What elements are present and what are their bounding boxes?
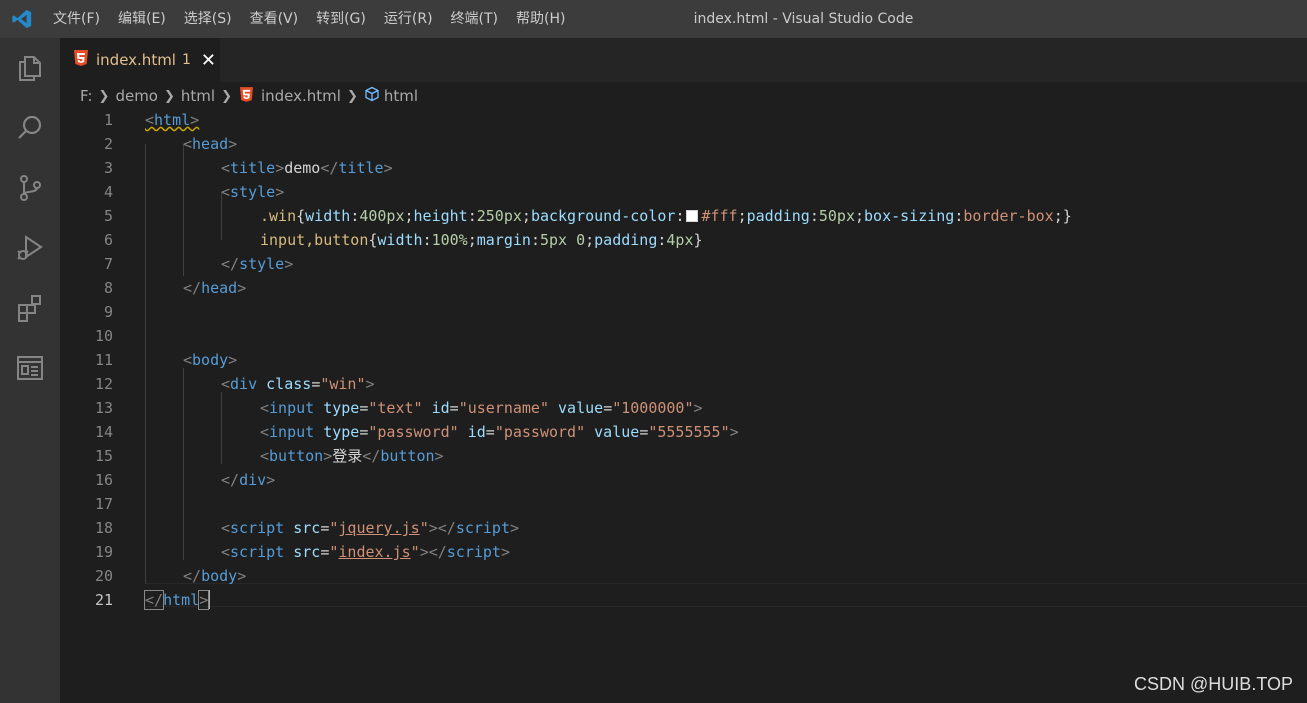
line-number: 16: [94, 471, 113, 489]
code-line-19: <script src="index.js"></script>: [221, 543, 510, 561]
code-line-13: <input type="text" id="username" value="…: [260, 399, 703, 417]
vscode-logo-icon[interactable]: [0, 0, 44, 38]
html5-icon: [239, 86, 253, 106]
code-line-16: </div>: [221, 471, 276, 489]
line-number: 20: [94, 567, 113, 585]
menu-help[interactable]: 帮助(H): [507, 0, 574, 38]
color-swatch[interactable]: [686, 210, 699, 222]
search-icon[interactable]: [0, 98, 60, 158]
extensions-icon[interactable]: [0, 278, 60, 338]
chevron-right-icon: ❯: [221, 88, 232, 104]
browser-preview-icon[interactable]: [0, 338, 60, 398]
code-line-18: <script src="jquery.js"></script>: [221, 519, 520, 537]
line-number: 7: [103, 255, 113, 273]
source-control-icon[interactable]: [0, 158, 60, 218]
activity-bar: [0, 38, 60, 703]
title-bar: 文件(F) 编辑(E) 选择(S) 查看(V) 转到(G) 运行(R) 终端(T…: [0, 0, 1307, 38]
code-line-7: </style>: [221, 255, 294, 273]
line-number: 1: [103, 111, 113, 129]
breadcrumb-folder-demo[interactable]: demo: [115, 87, 158, 105]
line-number: 6: [103, 231, 113, 249]
line-number: 5: [103, 207, 113, 225]
menu-go[interactable]: 转到(G): [307, 0, 375, 38]
menu-bar: 文件(F) 编辑(E) 选择(S) 查看(V) 转到(G) 运行(R) 终端(T…: [44, 0, 574, 38]
chevron-right-icon: ❯: [98, 88, 110, 104]
chevron-right-icon: ❯: [346, 88, 358, 104]
symbol-element-icon: [364, 86, 380, 106]
code-line-21: </html>: [143, 590, 211, 610]
line-number: 17: [94, 495, 113, 513]
chevron-right-icon: ❯: [163, 88, 175, 104]
menu-file[interactable]: 文件(F): [44, 0, 109, 38]
problems-count-badge: 1: [181, 52, 191, 68]
menu-terminal[interactable]: 终端(T): [442, 0, 507, 38]
code-line-4: <style>: [221, 183, 285, 201]
menu-selection[interactable]: 选择(S): [175, 0, 241, 38]
line-number: 19: [94, 543, 113, 561]
line-number: 3: [103, 159, 113, 177]
link-jquery-js[interactable]: jquery.js: [338, 519, 419, 537]
code-line-15: <button>登录</button>: [260, 447, 444, 465]
line-number: 2: [103, 135, 113, 153]
link-index-js[interactable]: index.js: [338, 543, 410, 561]
code-line-20: </body>: [183, 567, 247, 585]
tab-index-html[interactable]: index.html 1 ✕: [60, 38, 220, 82]
text-cursor: [208, 590, 211, 609]
code-line-2: <head>: [183, 135, 238, 153]
line-number: 9: [103, 303, 113, 321]
line-number: 12: [94, 375, 113, 393]
html5-icon: [74, 50, 88, 70]
code-line-6: input,button{width:100%;margin:5px 0;pad…: [260, 231, 703, 249]
line-number-active: 21: [94, 591, 113, 609]
menu-view[interactable]: 查看(V): [241, 0, 308, 38]
code-line-12: <div class="win">: [221, 375, 375, 393]
line-number: 13: [94, 399, 113, 417]
explorer-icon[interactable]: [0, 38, 60, 98]
line-number: 18: [94, 519, 113, 537]
close-icon[interactable]: ✕: [201, 50, 216, 71]
breadcrumb-file[interactable]: index.html: [261, 87, 341, 105]
line-number: 8: [103, 279, 113, 297]
watermark: CSDN @HUIB.TOP: [1134, 674, 1293, 694]
menu-edit[interactable]: 编辑(E): [109, 0, 175, 38]
line-number: 10: [94, 327, 113, 345]
line-number: 14: [94, 423, 113, 441]
breadcrumb-drive[interactable]: F:: [80, 87, 93, 105]
code-line-11: <body>: [183, 351, 238, 369]
code-line-3: <title>demo</title>: [221, 159, 393, 177]
code-line-8: </head>: [183, 279, 247, 297]
code-editor[interactable]: 1 2 3 4 5 6 7 8 9 10 11 12 13 14 15 16 1…: [60, 108, 1307, 703]
breadcrumb-folder-html[interactable]: html: [181, 87, 215, 105]
line-number: 4: [103, 183, 113, 201]
line-number: 11: [94, 351, 113, 369]
code-line-5: .win{width:400px;height:250px;background…: [260, 207, 1072, 225]
run-debug-icon[interactable]: [0, 218, 60, 278]
editor-tab-strip: index.html 1 ✕: [60, 38, 1307, 82]
code-line-14: <input type="password" id="password" val…: [260, 423, 739, 441]
tab-label: index.html: [96, 51, 176, 69]
breadcrumb-symbol[interactable]: html: [384, 87, 418, 105]
menu-run[interactable]: 运行(R): [375, 0, 442, 38]
breadcrumb: F: ❯ demo ❯ html ❯ index.html ❯ html: [60, 82, 1307, 110]
line-number: 15: [94, 447, 113, 465]
code-line-1: <html>: [145, 111, 200, 129]
